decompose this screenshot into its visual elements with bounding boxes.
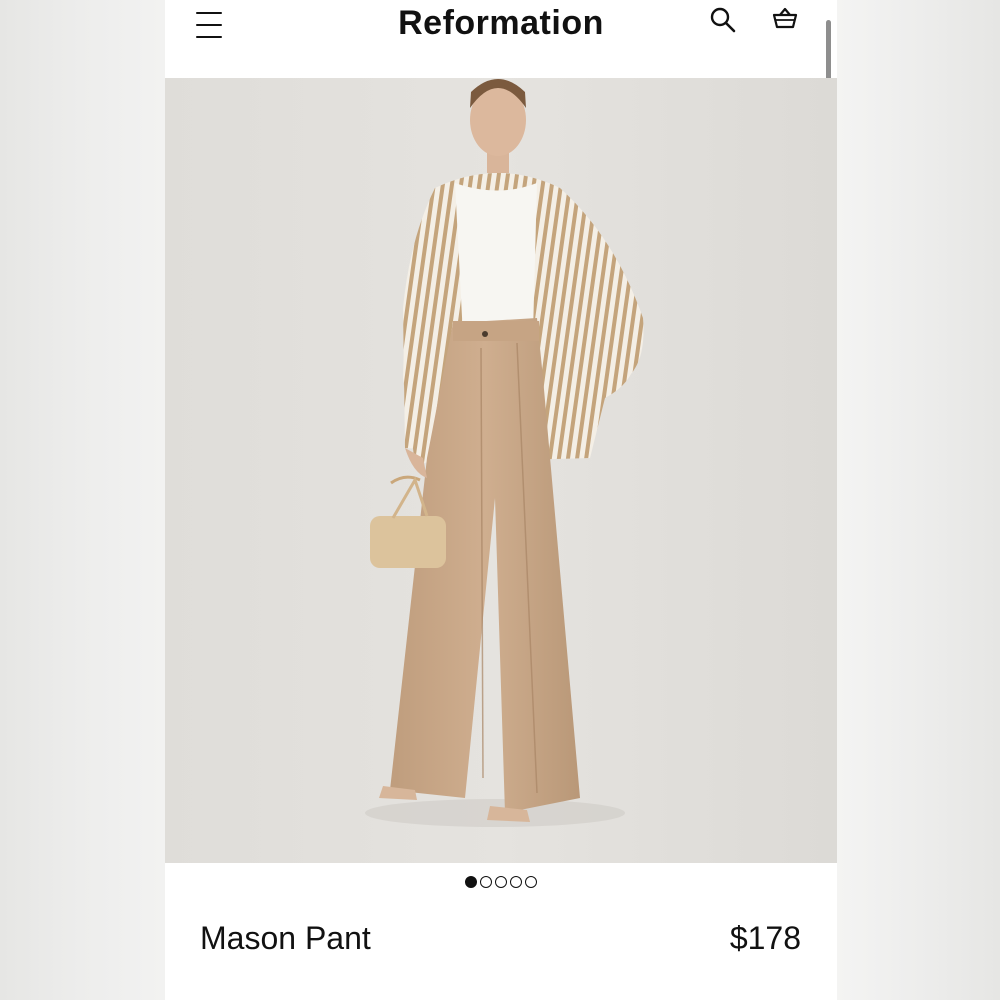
product-page: Reformation Mason Pant $178	[165, 0, 837, 1000]
search-icon[interactable]	[709, 6, 737, 34]
pagination-dot-1[interactable]	[465, 876, 477, 888]
pagination-dot-5[interactable]	[525, 876, 537, 888]
shopping-bag-icon[interactable]	[771, 6, 799, 34]
product-price: $178	[729, 920, 801, 956]
product-image[interactable]	[165, 78, 837, 863]
pagination-dot-3[interactable]	[495, 876, 507, 888]
model-photo	[165, 78, 837, 863]
site-header: Reformation	[165, 0, 837, 78]
image-pagination	[165, 876, 837, 888]
product-name: Mason Pant	[200, 920, 371, 956]
pagination-dot-4[interactable]	[510, 876, 522, 888]
pagination-dot-2[interactable]	[480, 876, 492, 888]
